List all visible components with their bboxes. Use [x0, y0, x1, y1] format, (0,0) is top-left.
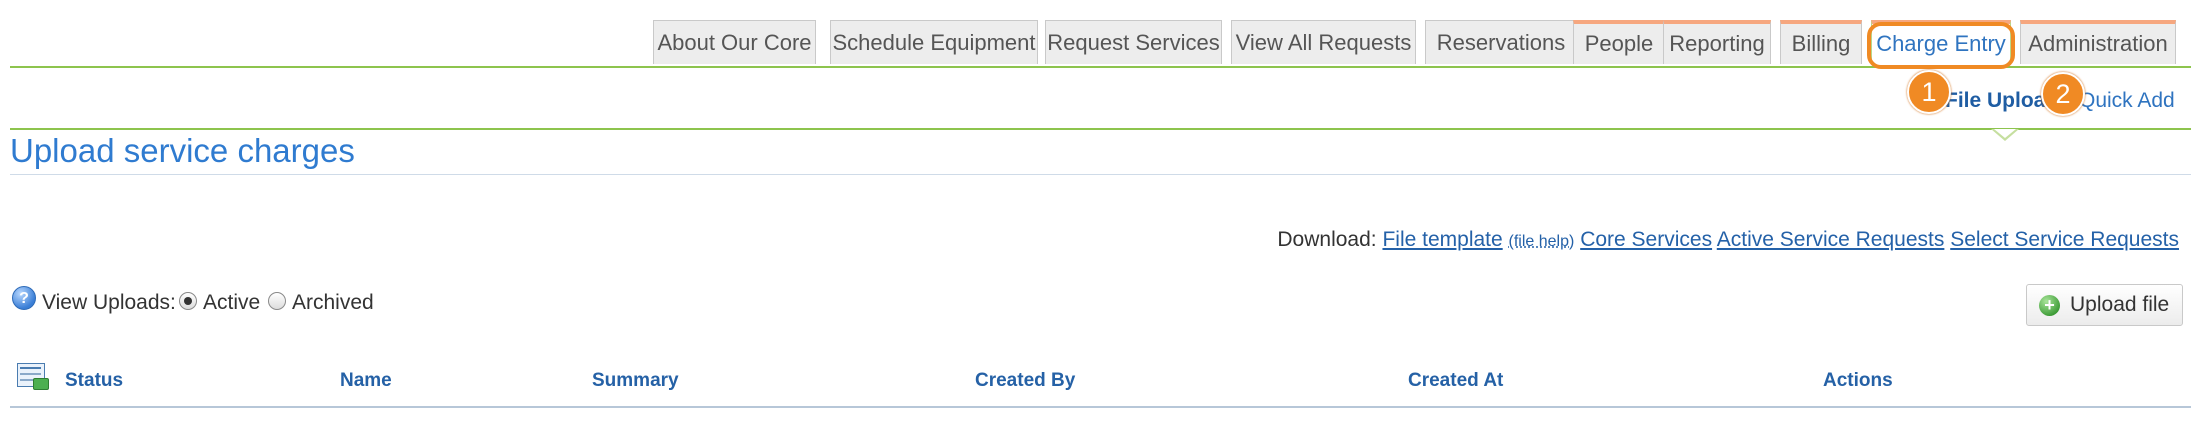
callout-badge-2: 2	[2041, 72, 2085, 116]
radio-archived[interactable]	[268, 292, 286, 310]
download-links: Download: File template (file help) Core…	[1277, 228, 2179, 252]
table-header-divider	[10, 406, 2191, 408]
subnav-pointer-inner	[1994, 129, 2016, 138]
subnav-underline	[10, 128, 2191, 130]
tab-schedule-equipment[interactable]: Schedule Equipment	[830, 20, 1038, 64]
tab-bar-underline	[10, 66, 2191, 68]
file-template-link[interactable]: File template	[1382, 228, 1502, 251]
column-header-summary[interactable]: Summary	[592, 370, 679, 392]
column-header-created-by[interactable]: Created By	[975, 370, 1075, 392]
table-settings-icon[interactable]	[17, 363, 49, 390]
tab-billing[interactable]: Billing	[1780, 20, 1862, 64]
active-service-requests-link[interactable]: Active Service Requests	[1717, 228, 1945, 251]
column-header-created-at[interactable]: Created At	[1408, 370, 1503, 392]
tab-administration[interactable]: Administration	[2020, 20, 2176, 64]
radio-archived-label[interactable]: Archived	[292, 291, 374, 315]
tab-reporting[interactable]: Reporting	[1663, 20, 1771, 64]
upload-file-button[interactable]: + Upload file	[2026, 284, 2183, 326]
plus-circle-icon: +	[2039, 295, 2060, 316]
core-services-link[interactable]: Core Services	[1580, 228, 1712, 251]
tab-about-our-core[interactable]: About Our Core	[653, 20, 816, 64]
view-uploads-label: View Uploads:	[42, 291, 176, 314]
radio-active-label[interactable]: Active	[203, 291, 260, 315]
column-header-name[interactable]: Name	[340, 370, 392, 392]
file-help-link[interactable]: (file help)	[1509, 233, 1575, 250]
select-service-requests-link[interactable]: Select Service Requests	[1950, 228, 2179, 251]
callout-badge-1: 1	[1907, 70, 1951, 114]
tab-request-services[interactable]: Request Services	[1045, 20, 1222, 64]
column-header-actions[interactable]: Actions	[1823, 370, 1893, 392]
tab-view-all-requests[interactable]: View All Requests	[1231, 20, 1416, 64]
download-label: Download:	[1277, 228, 1377, 251]
radio-active[interactable]	[179, 292, 197, 310]
tab-reservations[interactable]: Reservations	[1425, 20, 1577, 64]
upload-file-label: Upload file	[2070, 293, 2170, 316]
tab-people[interactable]: People	[1573, 20, 1665, 64]
title-divider	[10, 174, 2191, 175]
tab-charge-entry[interactable]: Charge Entry	[1871, 20, 2011, 64]
column-header-status[interactable]: Status	[65, 370, 123, 392]
page-title: Upload service charges	[10, 132, 355, 169]
subnav-quick-add[interactable]: Quick Add	[2079, 89, 2175, 113]
help-circle-icon[interactable]: ?	[12, 286, 36, 310]
